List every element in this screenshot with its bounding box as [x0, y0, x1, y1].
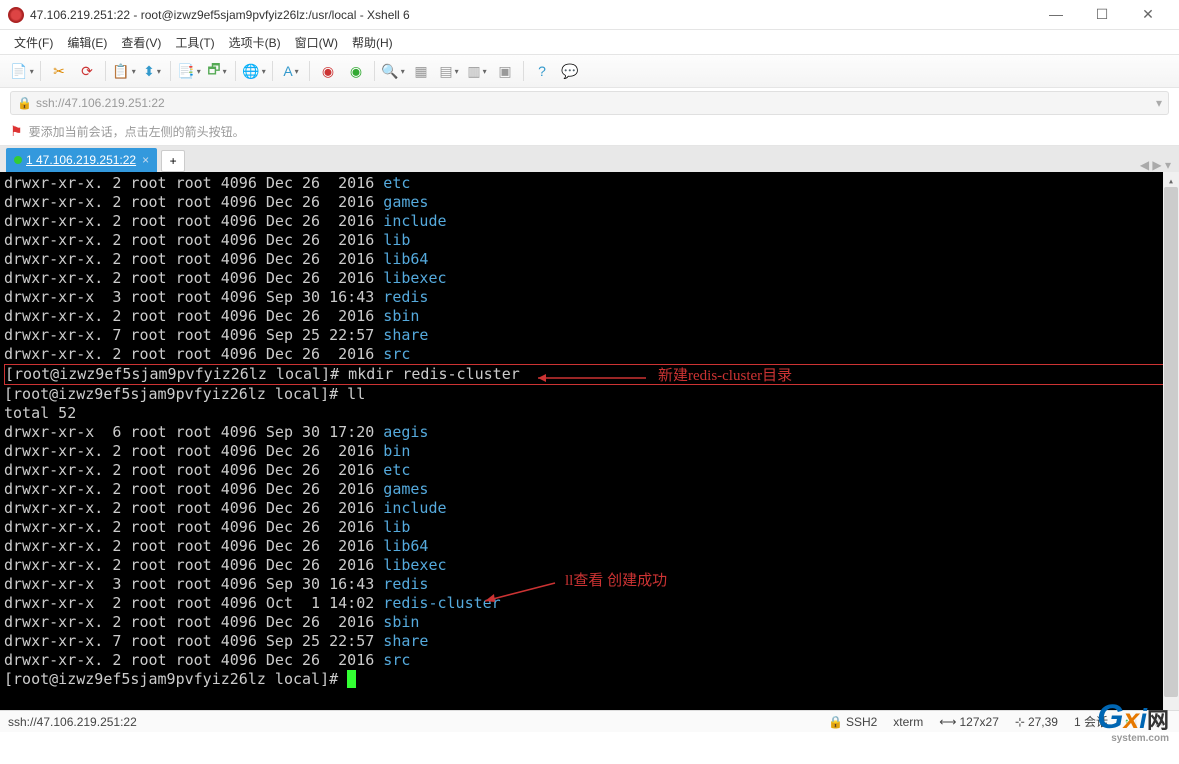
- annotation-arrow-2: [485, 576, 565, 606]
- paste-icon[interactable]: 🗗: [205, 59, 229, 83]
- layout3-icon[interactable]: ▥: [465, 59, 489, 83]
- new-tab-button[interactable]: +: [161, 150, 185, 172]
- session-tab[interactable]: 1 47.106.219.251:22 ×: [6, 148, 157, 172]
- file-entry: drwxr-xr-x. 2 root root 4096 Dec 26 2016…: [4, 480, 1175, 499]
- status-pos: 27,39: [1028, 715, 1058, 729]
- maximize-button[interactable]: ☐: [1079, 6, 1125, 23]
- file-entry: drwxr-xr-x. 2 root root 4096 Dec 26 2016…: [4, 442, 1175, 461]
- file-entry: drwxr-xr-x. 2 root root 4096 Dec 26 2016…: [4, 231, 1175, 250]
- close-button[interactable]: ✕: [1125, 6, 1171, 23]
- file-entry: drwxr-xr-x. 2 root root 4096 Dec 26 2016…: [4, 651, 1175, 670]
- file-entry: drwxr-xr-x. 2 root root 4096 Dec 26 2016…: [4, 174, 1175, 193]
- chat-icon[interactable]: 💬: [558, 59, 582, 83]
- xftp-icon[interactable]: ◉: [344, 59, 368, 83]
- file-entry: drwxr-xr-x 6 root root 4096 Sep 30 17:20…: [4, 423, 1175, 442]
- file-entry: drwxr-xr-x. 2 root root 4096 Dec 26 2016…: [4, 250, 1175, 269]
- help-icon[interactable]: ?: [530, 59, 554, 83]
- menu-tools[interactable]: 工具(T): [175, 34, 214, 51]
- status-ssh: SSH2: [846, 715, 877, 729]
- lock-icon: 🔒: [17, 96, 32, 110]
- titlebar: 47.106.219.251:22 - root@izwz9ef5sjam9pv…: [0, 0, 1179, 30]
- new-session-icon[interactable]: 📄: [10, 59, 34, 83]
- tab-nav[interactable]: ◀ ▶ ▾: [1140, 158, 1171, 172]
- file-entry: drwxr-xr-x. 2 root root 4096 Dec 26 2016…: [4, 537, 1175, 556]
- globe-icon[interactable]: 🌐: [242, 59, 266, 83]
- transfer-icon[interactable]: ⬍: [140, 59, 164, 83]
- tab-label: 1 47.106.219.251:22: [26, 153, 136, 167]
- file-entry: drwxr-xr-x. 2 root root 4096 Dec 26 2016…: [4, 307, 1175, 326]
- file-entry: drwxr-xr-x 3 root root 4096 Sep 30 16:43…: [4, 288, 1175, 307]
- file-entry: drwxr-xr-x. 2 root root 4096 Dec 26 2016…: [4, 193, 1175, 212]
- copy-icon[interactable]: 📑: [177, 59, 201, 83]
- status-size: 127x27: [960, 715, 999, 729]
- menu-file[interactable]: 文件(F): [14, 34, 53, 51]
- find-icon[interactable]: 🔍: [381, 59, 405, 83]
- address-input[interactable]: 🔒 ssh://47.106.219.251:22 ▾: [10, 91, 1169, 115]
- watermark: Gxi网 system.com: [1097, 698, 1169, 744]
- layout2-icon[interactable]: ▤: [437, 59, 461, 83]
- minimize-button[interactable]: —: [1033, 6, 1079, 23]
- window-controls: — ☐ ✕: [1033, 6, 1171, 23]
- lock-icon-status: 🔒: [828, 715, 843, 729]
- resize-icon: ⟷: [939, 715, 956, 729]
- file-entry: drwxr-xr-x. 2 root root 4096 Dec 26 2016…: [4, 461, 1175, 480]
- file-entry: drwxr-xr-x. 2 root root 4096 Dec 26 2016…: [4, 613, 1175, 632]
- file-entry: drwxr-xr-x. 7 root root 4096 Sep 25 22:5…: [4, 326, 1175, 345]
- scrollbar[interactable]: ▴: [1163, 172, 1179, 710]
- menu-help[interactable]: 帮助(H): [352, 34, 393, 51]
- address-text: ssh://47.106.219.251:22: [36, 96, 165, 110]
- status-url: ssh://47.106.219.251:22: [8, 715, 137, 729]
- statusbar: ssh://47.106.219.251:22 🔒SSH2 xterm ⟷ 127…: [0, 710, 1179, 732]
- menu-view[interactable]: 查看(V): [121, 34, 161, 51]
- menu-edit[interactable]: 编辑(E): [67, 34, 107, 51]
- file-entry: drwxr-xr-x. 2 root root 4096 Dec 26 2016…: [4, 345, 1175, 364]
- window-title: 47.106.219.251:22 - root@izwz9ef5sjam9pv…: [30, 8, 1033, 22]
- app-icon: [8, 7, 24, 23]
- status-dot-icon: [14, 156, 22, 164]
- layout4-icon[interactable]: ▣: [493, 59, 517, 83]
- prompt-line: [root@izwz9ef5sjam9pvfyiz26lz local]#: [4, 670, 1175, 689]
- cursor: [347, 670, 356, 688]
- tipbar: ⚑ 要添加当前会话，点击左侧的箭头按钮。: [0, 118, 1179, 146]
- xshell-icon[interactable]: ◉: [316, 59, 340, 83]
- menu-window[interactable]: 窗口(W): [295, 34, 338, 51]
- annotation-1: 新建redis-cluster目录: [658, 367, 792, 386]
- flag-icon: ⚑: [10, 123, 23, 140]
- annotation-arrow-1: [538, 368, 658, 388]
- file-entry: drwxr-xr-x. 2 root root 4096 Dec 26 2016…: [4, 499, 1175, 518]
- menubar: 文件(F) 编辑(E) 查看(V) 工具(T) 选项卡(B) 窗口(W) 帮助(…: [0, 30, 1179, 54]
- file-entry: drwxr-xr-x. 7 root root 4096 Sep 25 22:5…: [4, 632, 1175, 651]
- tab-close-icon[interactable]: ×: [142, 153, 149, 167]
- file-entry: drwxr-xr-x. 2 root root 4096 Dec 26 2016…: [4, 212, 1175, 231]
- layout1-icon[interactable]: ▦: [409, 59, 433, 83]
- terminal[interactable]: ▴ drwxr-xr-x. 2 root root 4096 Dec 26 20…: [0, 172, 1179, 710]
- scroll-thumb[interactable]: [1164, 187, 1178, 697]
- reconnect-icon[interactable]: ✂: [47, 59, 71, 83]
- tabbar: 1 47.106.219.251:22 × + ◀ ▶ ▾: [0, 146, 1179, 172]
- status-term: xterm: [893, 715, 923, 729]
- font-icon[interactable]: A: [279, 59, 303, 83]
- tip-text: 要添加当前会话，点击左侧的箭头按钮。: [29, 123, 245, 140]
- properties-icon[interactable]: 📋: [112, 59, 136, 83]
- total-line: total 52: [4, 404, 1175, 423]
- cursor-icon: ⊹: [1015, 715, 1025, 729]
- address-dropdown-icon[interactable]: ▾: [1156, 96, 1162, 110]
- annotation-2: ll查看 创建成功: [565, 572, 667, 591]
- addressbar: 🔒 ssh://47.106.219.251:22 ▾: [0, 88, 1179, 118]
- file-entry: drwxr-xr-x. 2 root root 4096 Dec 26 2016…: [4, 518, 1175, 537]
- file-entry: drwxr-xr-x. 2 root root 4096 Dec 26 2016…: [4, 269, 1175, 288]
- disconnect-icon[interactable]: ⟳: [75, 59, 99, 83]
- file-entry: drwxr-xr-x 2 root root 4096 Oct 1 14:02 …: [4, 594, 1175, 613]
- toolbar: 📄 ✂ ⟳ 📋 ⬍ 📑 🗗 🌐 A ◉ ◉ 🔍 ▦ ▤ ▥ ▣ ? 💬: [0, 54, 1179, 88]
- menu-tabs[interactable]: 选项卡(B): [229, 34, 281, 51]
